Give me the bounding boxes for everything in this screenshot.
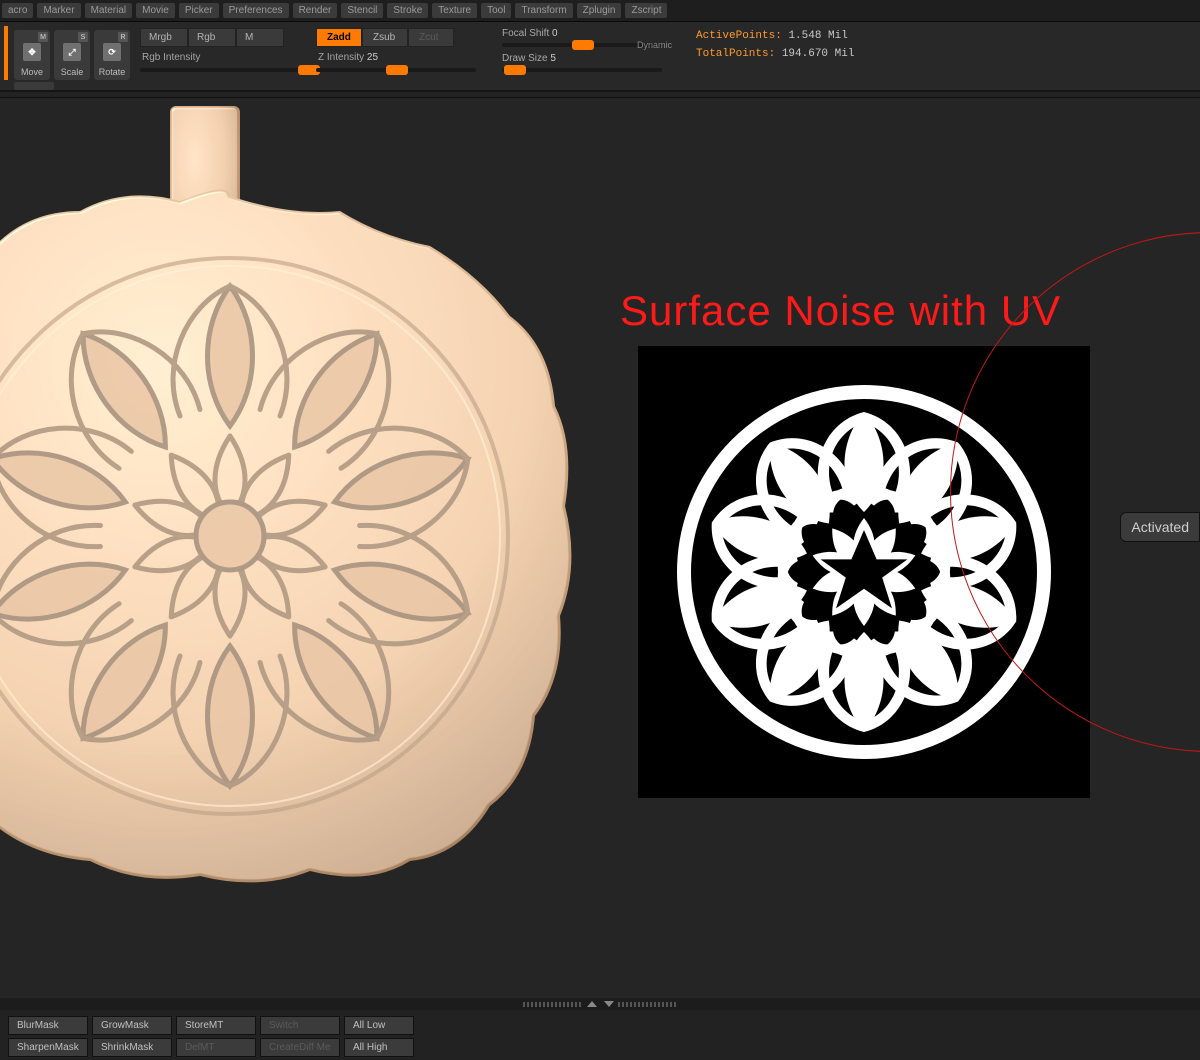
menu-item[interactable]: acro [2, 3, 33, 18]
rgb-mode-group: Mrgb Rgb M Rgb Intensity [140, 26, 310, 72]
rgb-button[interactable]: Rgb [188, 28, 236, 47]
move-button[interactable]: M ✥ Move [14, 30, 50, 80]
menu-item[interactable]: Tool [481, 3, 511, 18]
draw-size-label: Draw Size 5 [502, 53, 672, 64]
active-points-label: ActivePoints: [696, 30, 782, 42]
total-points-label: TotalPoints: [696, 48, 775, 60]
grip-dots-icon [618, 1002, 678, 1007]
document-tabs[interactable] [0, 92, 1200, 98]
switch-button[interactable]: Switch [260, 1016, 340, 1035]
scale-gizmo-icon: ⤢ [63, 43, 81, 61]
mrgb-button[interactable]: Mrgb [140, 28, 188, 47]
scale-hotkey-icon: S [78, 32, 88, 42]
menu-item[interactable]: Render [293, 3, 338, 18]
delmt-button[interactable]: DelMT [176, 1038, 256, 1057]
rotate-button[interactable]: R ⟳ Rotate [94, 30, 130, 80]
annotation-title: Surface Noise with UV [620, 287, 1061, 335]
menu-item[interactable]: Material [85, 3, 133, 18]
m-button[interactable]: M [236, 28, 284, 47]
draw-size-slider[interactable] [502, 68, 662, 72]
growmask-button[interactable]: GrowMask [92, 1016, 172, 1035]
rgb-intensity-slider[interactable] [140, 68, 320, 72]
shrinkmask-button[interactable]: ShrinkMask [92, 1038, 172, 1057]
rgb-intensity-label: Rgb Intensity [140, 49, 310, 66]
expand-up-icon [587, 1001, 597, 1007]
menu-item[interactable]: Zplugin [577, 3, 622, 18]
mini-slider[interactable] [14, 82, 54, 90]
z-intensity-knob[interactable] [386, 65, 408, 75]
menu-item[interactable]: Marker [37, 3, 80, 18]
menu-item[interactable]: Picker [179, 3, 219, 18]
bottom-shelf: BlurMask GrowMask StoreMT Switch All Low… [0, 1010, 1200, 1060]
creatediff-button[interactable]: CreateDiff Me [260, 1038, 340, 1057]
zsub-button[interactable]: Zsub [362, 28, 408, 47]
menu-item[interactable]: Stencil [341, 3, 383, 18]
draw-group: Focal Shift 0 Draw Size 5 Dynamic [502, 26, 672, 72]
rotate-label: Rotate [99, 67, 126, 77]
all-high-button[interactable]: All High [344, 1038, 414, 1057]
focal-shift-label: Focal Shift 0 [502, 28, 672, 39]
stats-readout: ActivePoints: 1.548 Mil TotalPoints: 194… [696, 26, 854, 60]
menu-item[interactable]: Texture [432, 3, 477, 18]
gizmo-group: M ✥ Move S ⤢ Scale R ⟳ Rotate [4, 26, 134, 80]
move-gizmo-icon: ✥ [23, 43, 41, 61]
zcut-button[interactable]: Zcut [408, 28, 454, 47]
menu-item[interactable]: Zscript [625, 3, 667, 18]
scale-label: Scale [61, 67, 84, 77]
main-menu: acro Marker Material Movie Picker Prefer… [0, 0, 1200, 22]
draw-size-knob[interactable] [504, 65, 526, 75]
dynamic-toggle[interactable]: Dynamic [637, 40, 672, 50]
z-intensity-slider[interactable] [316, 68, 476, 72]
z-mode-group: Zadd Zsub Zcut Z Intensity 25 [316, 26, 476, 72]
active-points-value: 1.548 Mil [788, 30, 847, 42]
collapse-down-icon [604, 1001, 614, 1007]
menu-item[interactable]: Transform [515, 3, 572, 18]
alpha-texture-preview [638, 346, 1090, 798]
total-points-value: 194.670 Mil [782, 48, 855, 60]
sculpt-model [0, 106, 620, 1006]
blurmask-button[interactable]: BlurMask [8, 1016, 88, 1035]
move-label: Move [21, 67, 43, 77]
shelf-drag-handle[interactable] [0, 998, 1200, 1010]
menu-item[interactable]: Stroke [387, 3, 428, 18]
focal-shift-knob[interactable] [572, 40, 594, 50]
z-intensity-label: Z Intensity 25 [316, 49, 476, 66]
menu-item[interactable]: Movie [136, 3, 175, 18]
grip-dots-icon [523, 1002, 583, 1007]
menu-item[interactable]: Preferences [223, 3, 289, 18]
all-low-button[interactable]: All Low [344, 1016, 414, 1035]
activated-badge: Activated [1120, 512, 1200, 542]
move-hotkey-icon: M [38, 32, 48, 42]
zadd-button[interactable]: Zadd [316, 28, 362, 47]
storemt-button[interactable]: StoreMT [176, 1016, 256, 1035]
rotate-gizmo-icon: ⟳ [103, 43, 121, 61]
sharpenmask-button[interactable]: SharpenMask [8, 1038, 88, 1057]
rotate-hotkey-icon: R [118, 32, 128, 42]
viewport[interactable]: Surface Noise with UV [0, 92, 1200, 1012]
scale-button[interactable]: S ⤢ Scale [54, 30, 90, 80]
toolbar: M ✥ Move S ⤢ Scale R ⟳ Rotate Mrgb Rgb M… [0, 22, 1200, 92]
